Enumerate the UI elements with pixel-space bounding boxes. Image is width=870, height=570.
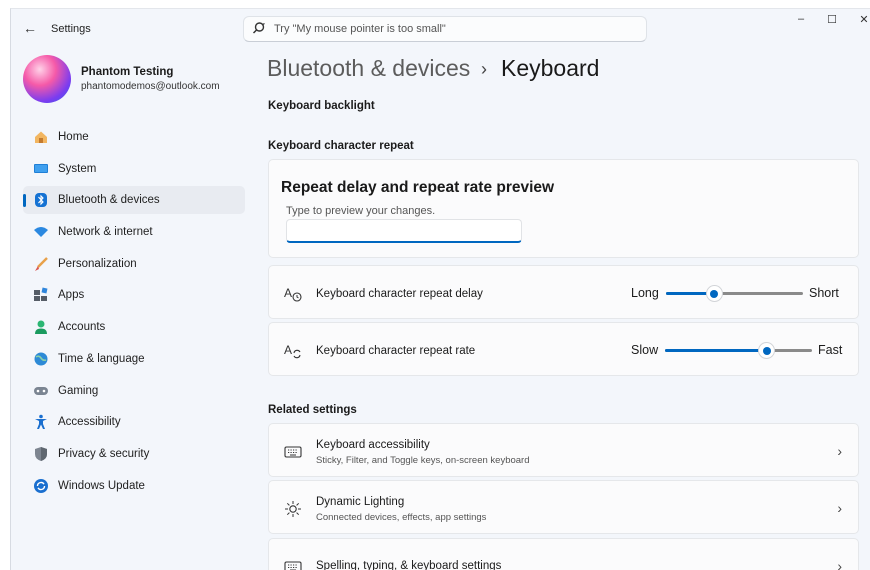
lighting-icon [285, 501, 301, 517]
sidebar-item-system[interactable]: System [23, 155, 245, 183]
sidebar-item-network[interactable]: Network & internet [23, 218, 245, 246]
home-icon [35, 131, 47, 143]
sidebar-item-label: Network & internet [58, 226, 153, 239]
repeat-delay-min-label: Long [631, 286, 659, 300]
app-title: Settings [51, 23, 91, 35]
breadcrumb-parent[interactable]: Bluetooth & devices [267, 55, 470, 82]
repeat-rate-min-label: Slow [631, 343, 659, 357]
repeat-preview-card: Repeat delay and repeat rate preview Typ… [268, 159, 859, 258]
sidebar-item-apps[interactable]: Apps [23, 281, 245, 309]
sidebar-item-gaming[interactable]: Gaming [23, 377, 245, 405]
sidebar-item-windows-update[interactable]: Windows Update [23, 472, 245, 500]
sidebar-item-accounts[interactable]: Accounts [23, 313, 245, 341]
keyboard-backlight-heading: Keyboard backlight [268, 100, 375, 112]
repeat-delay-max-label: Short [809, 286, 839, 300]
wifi-icon [34, 227, 48, 238]
sidebar-item-label: Accounts [58, 321, 106, 334]
sidebar-item-label: System [58, 162, 97, 175]
preview-label: Type to preview your changes. [286, 205, 436, 217]
sidebar-item-label: Windows Update [58, 479, 145, 492]
bluetooth-icon [35, 193, 47, 208]
sidebar-item-bluetooth-devices[interactable]: Bluetooth & devices [23, 186, 245, 215]
sidebar-item-time-language[interactable]: Time & language [23, 345, 245, 373]
sidebar-item-privacy-security[interactable]: Privacy & security [23, 440, 245, 468]
chevron-right-icon: › [837, 558, 842, 570]
sidebar-item-label: Time & language [58, 352, 145, 365]
accounts-icon [35, 320, 47, 335]
related-settings-heading: Related settings [268, 404, 357, 416]
sidebar-item-label: Personalization [58, 257, 137, 270]
avatar[interactable] [23, 55, 71, 103]
related-title: Keyboard accessibility [316, 439, 430, 451]
page-title: Keyboard [501, 55, 600, 81]
preview-title: Repeat delay and repeat rate preview [281, 179, 555, 196]
keyboard-icon [284, 446, 302, 458]
system-icon [34, 163, 48, 173]
breadcrumb-separator: › [481, 59, 487, 79]
preview-text-field[interactable] [286, 219, 522, 243]
sidebar-item-label: Gaming [58, 384, 99, 397]
minimize-button[interactable]: – [791, 13, 811, 25]
update-icon [34, 478, 48, 493]
repeat-delay-row: A Keyboard character repeat delay Long S… [268, 265, 859, 319]
sidebar-item-personalization[interactable]: Personalization [23, 250, 245, 278]
shield-icon [35, 446, 47, 461]
repeat-rate-icon: A [284, 343, 301, 359]
svg-text:A: A [284, 286, 292, 300]
profile-email: phantomodemos@outlook.com [81, 81, 220, 92]
sidebar-item-label: Home [58, 131, 89, 143]
slider-fill [665, 349, 767, 352]
repeat-delay-slider[interactable] [666, 286, 803, 301]
apps-icon [34, 287, 48, 302]
related-spelling-typing[interactable]: Spelling, typing, & keyboard settings › [268, 538, 859, 570]
svg-text:A: A [284, 343, 292, 357]
keyboard-icon [284, 561, 302, 570]
maximize-button[interactable]: ☐ [822, 13, 842, 26]
chevron-right-icon: › [837, 500, 842, 516]
related-dynamic-lighting[interactable]: Dynamic Lighting Connected devices, effe… [268, 480, 859, 534]
search-icon [252, 22, 265, 34]
sidebar-item-label: Accessibility [58, 416, 121, 429]
chevron-right-icon: › [837, 443, 842, 459]
repeat-delay-icon: A [284, 286, 302, 302]
search-input[interactable] [274, 20, 634, 38]
related-title: Dynamic Lighting [316, 496, 405, 508]
repeat-rate-max-label: Fast [818, 343, 843, 357]
settings-window: ← Settings – ☐ ✕ Phantom Testing phantom… [10, 8, 870, 570]
related-desc: Sticky, Filter, and Toggle keys, on-scre… [316, 455, 530, 466]
repeat-rate-row: A Keyboard character repeat rate Slow Fa… [268, 322, 859, 376]
back-button[interactable]: ← [23, 20, 37, 36]
sidebar-item-accessibility[interactable]: Accessibility [23, 408, 245, 436]
slider-thumb[interactable] [759, 343, 775, 358]
repeat-delay-label: Keyboard character repeat delay [316, 288, 483, 300]
repeat-rate-label: Keyboard character repeat rate [316, 345, 476, 357]
sidebar-item-label: Bluetooth & devices [58, 194, 160, 207]
sidebar-item-label: Privacy & security [58, 447, 150, 460]
brush-icon [35, 256, 48, 271]
globe-clock-icon [34, 352, 48, 366]
close-button[interactable]: ✕ [854, 13, 870, 26]
repeat-rate-slider[interactable] [665, 343, 812, 358]
sidebar-item-home[interactable]: Home [23, 123, 245, 151]
related-keyboard-accessibility[interactable]: Keyboard accessibility Sticky, Filter, a… [268, 423, 859, 477]
sidebar-nav: Home System Bluetooth & devices Network … [23, 123, 245, 503]
sidebar-item-label: Apps [58, 289, 85, 302]
keyboard-repeat-heading: Keyboard character repeat [268, 140, 414, 152]
accessibility-icon [35, 414, 47, 430]
profile-name: Phantom Testing [81, 66, 174, 78]
slider-thumb[interactable] [706, 286, 722, 301]
search-box[interactable] [243, 16, 647, 42]
gamepad-icon [34, 386, 48, 395]
related-desc: Connected devices, effects, app settings [316, 512, 487, 523]
